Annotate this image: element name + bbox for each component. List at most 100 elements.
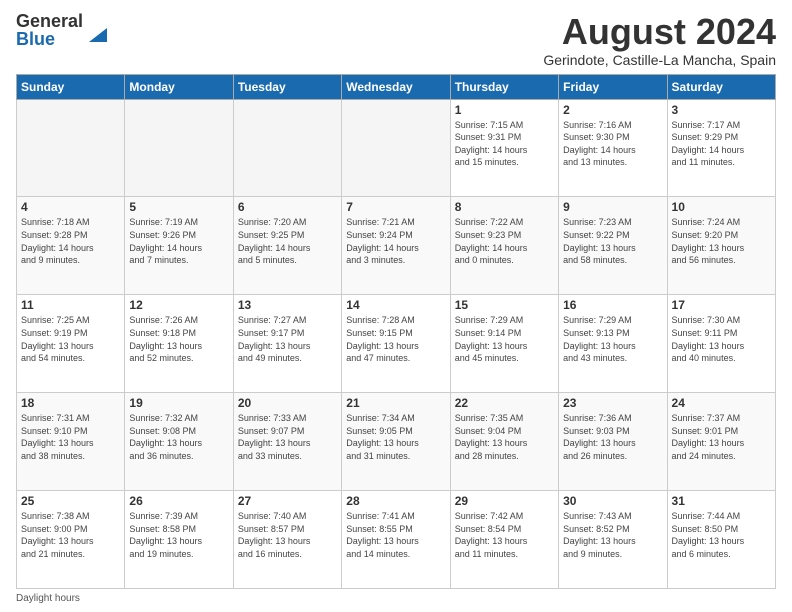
calendar-header-wednesday: Wednesday — [342, 74, 450, 99]
calendar-cell: 17 Sunrise: 7:30 AM Sunset: 9:11 PM Dayli… — [667, 295, 775, 393]
day-info: Sunrise: 7:37 AM Sunset: 9:01 PM Dayligh… — [672, 412, 771, 462]
calendar-cell — [342, 99, 450, 197]
day-number: 19 — [129, 396, 228, 410]
calendar-header-thursday: Thursday — [450, 74, 558, 99]
calendar-cell: 10 Sunrise: 7:24 AM Sunset: 9:20 PM Dayli… — [667, 197, 775, 295]
calendar-cell: 9 Sunrise: 7:23 AM Sunset: 9:22 PM Daylig… — [559, 197, 667, 295]
calendar-cell: 6 Sunrise: 7:20 AM Sunset: 9:25 PM Daylig… — [233, 197, 341, 295]
day-number: 25 — [21, 494, 120, 508]
day-info: Sunrise: 7:18 AM Sunset: 9:28 PM Dayligh… — [21, 216, 120, 266]
day-info: Sunrise: 7:21 AM Sunset: 9:24 PM Dayligh… — [346, 216, 445, 266]
calendar-cell: 1 Sunrise: 7:15 AM Sunset: 9:31 PM Daylig… — [450, 99, 558, 197]
day-info: Sunrise: 7:30 AM Sunset: 9:11 PM Dayligh… — [672, 314, 771, 364]
calendar-cell: 12 Sunrise: 7:26 AM Sunset: 9:18 PM Dayli… — [125, 295, 233, 393]
calendar-week-2: 4Sunrise: 7:18 AM Sunset: 9:28 PM Daylig… — [17, 197, 776, 295]
day-number: 16 — [563, 298, 662, 312]
day-info: Sunrise: 7:29 AM Sunset: 9:13 PM Dayligh… — [563, 314, 662, 364]
day-info: Sunrise: 7:26 AM Sunset: 9:18 PM Dayligh… — [129, 314, 228, 364]
day-number: 20 — [238, 396, 337, 410]
calendar-cell: 25 Sunrise: 7:38 AM Sunset: 9:00 PM Dayli… — [17, 491, 125, 589]
day-number: 6 — [238, 200, 337, 214]
calendar-cell: 28Sunrise: 7:41 AM Sunset: 8:55 PM Dayli… — [342, 491, 450, 589]
day-number: 28 — [346, 494, 445, 508]
calendar-cell: 22 Sunrise: 7:35 AM Sunset: 9:04 PM Dayli… — [450, 393, 558, 491]
day-number: 15 — [455, 298, 554, 312]
calendar-week-1: 1 Sunrise: 7:15 AM Sunset: 9:31 PM Daylig… — [17, 99, 776, 197]
calendar-cell: 30Sunrise: 7:43 AM Sunset: 8:52 PM Dayli… — [559, 491, 667, 589]
day-number: 2 — [563, 103, 662, 117]
day-number: 27 — [238, 494, 337, 508]
day-number: 12 — [129, 298, 228, 312]
day-number: 13 — [238, 298, 337, 312]
day-info: Sunrise: 7:33 AM Sunset: 9:07 PM Dayligh… — [238, 412, 337, 462]
day-info: Sunrise: 7:17 AM Sunset: 9:29 PM Dayligh… — [672, 119, 771, 169]
calendar-cell: 11 Sunrise: 7:25 AM Sunset: 9:19 PM Dayli… — [17, 295, 125, 393]
day-number: 18 — [21, 396, 120, 410]
page: General Blue August 2024 Gerindote, Cast… — [0, 0, 792, 612]
calendar-cell — [233, 99, 341, 197]
day-info: Sunrise: 7:44 AM Sunset: 8:50 PM Dayligh… — [672, 510, 771, 560]
day-info: Sunrise: 7:15 AM Sunset: 9:31 PM Dayligh… — [455, 119, 554, 169]
day-info: Sunrise: 7:36 AM Sunset: 9:03 PM Dayligh… — [563, 412, 662, 462]
calendar-cell: 29Sunrise: 7:42 AM Sunset: 8:54 PM Dayli… — [450, 491, 558, 589]
day-number: 17 — [672, 298, 771, 312]
day-number: 22 — [455, 396, 554, 410]
day-info: Sunrise: 7:23 AM Sunset: 9:22 PM Dayligh… — [563, 216, 662, 266]
day-info: Sunrise: 7:27 AM Sunset: 9:17 PM Dayligh… — [238, 314, 337, 364]
calendar-cell: 26Sunrise: 7:39 AM Sunset: 8:58 PM Dayli… — [125, 491, 233, 589]
calendar-cell: 8 Sunrise: 7:22 AM Sunset: 9:23 PM Daylig… — [450, 197, 558, 295]
day-info: Sunrise: 7:35 AM Sunset: 9:04 PM Dayligh… — [455, 412, 554, 462]
calendar-week-4: 18Sunrise: 7:31 AM Sunset: 9:10 PM Dayli… — [17, 393, 776, 491]
calendar: SundayMondayTuesdayWednesdayThursdayFrid… — [16, 74, 776, 589]
calendar-cell: 27 Sunrise: 7:40 AM Sunset: 8:57 PM Dayli… — [233, 491, 341, 589]
day-number: 24 — [672, 396, 771, 410]
day-number: 1 — [455, 103, 554, 117]
calendar-header-monday: Monday — [125, 74, 233, 99]
calendar-cell: 19 Sunrise: 7:32 AM Sunset: 9:08 PM Dayli… — [125, 393, 233, 491]
day-info: Sunrise: 7:20 AM Sunset: 9:25 PM Dayligh… — [238, 216, 337, 266]
logo-blue: Blue — [16, 30, 83, 48]
day-info: Sunrise: 7:25 AM Sunset: 9:19 PM Dayligh… — [21, 314, 120, 364]
day-info: Sunrise: 7:22 AM Sunset: 9:23 PM Dayligh… — [455, 216, 554, 266]
day-number: 23 — [563, 396, 662, 410]
logo-text: General Blue — [16, 12, 83, 48]
day-number: 7 — [346, 200, 445, 214]
day-info: Sunrise: 7:38 AM Sunset: 9:00 PM Dayligh… — [21, 510, 120, 560]
month-year: August 2024 — [543, 12, 776, 52]
calendar-cell: 4Sunrise: 7:18 AM Sunset: 9:28 PM Daylig… — [17, 197, 125, 295]
day-number: 11 — [21, 298, 120, 312]
logo-icon — [85, 24, 107, 46]
calendar-cell: 21Sunrise: 7:34 AM Sunset: 9:05 PM Dayli… — [342, 393, 450, 491]
day-info: Sunrise: 7:32 AM Sunset: 9:08 PM Dayligh… — [129, 412, 228, 462]
calendar-cell: 31 Sunrise: 7:44 AM Sunset: 8:50 PM Dayli… — [667, 491, 775, 589]
day-number: 10 — [672, 200, 771, 214]
day-number: 31 — [672, 494, 771, 508]
day-number: 8 — [455, 200, 554, 214]
calendar-header-sunday: Sunday — [17, 74, 125, 99]
calendar-week-5: 25 Sunrise: 7:38 AM Sunset: 9:00 PM Dayli… — [17, 491, 776, 589]
calendar-cell: 5Sunrise: 7:19 AM Sunset: 9:26 PM Daylig… — [125, 197, 233, 295]
day-info: Sunrise: 7:29 AM Sunset: 9:14 PM Dayligh… — [455, 314, 554, 364]
calendar-header-tuesday: Tuesday — [233, 74, 341, 99]
day-info: Sunrise: 7:19 AM Sunset: 9:26 PM Dayligh… — [129, 216, 228, 266]
calendar-cell — [17, 99, 125, 197]
day-number: 29 — [455, 494, 554, 508]
calendar-cell: 13 Sunrise: 7:27 AM Sunset: 9:17 PM Dayli… — [233, 295, 341, 393]
calendar-cell: 20 Sunrise: 7:33 AM Sunset: 9:07 PM Dayli… — [233, 393, 341, 491]
calendar-cell: 15 Sunrise: 7:29 AM Sunset: 9:14 PM Dayli… — [450, 295, 558, 393]
day-info: Sunrise: 7:34 AM Sunset: 9:05 PM Dayligh… — [346, 412, 445, 462]
day-number: 3 — [672, 103, 771, 117]
calendar-cell: 23 Sunrise: 7:36 AM Sunset: 9:03 PM Dayli… — [559, 393, 667, 491]
calendar-cell: 7 Sunrise: 7:21 AM Sunset: 9:24 PM Daylig… — [342, 197, 450, 295]
calendar-cell: 16 Sunrise: 7:29 AM Sunset: 9:13 PM Dayli… — [559, 295, 667, 393]
calendar-header-saturday: Saturday — [667, 74, 775, 99]
location: Gerindote, Castille-La Mancha, Spain — [543, 52, 776, 68]
calendar-cell: 2Sunrise: 7:16 AM Sunset: 9:30 PM Daylig… — [559, 99, 667, 197]
calendar-cell: 3 Sunrise: 7:17 AM Sunset: 9:29 PM Daylig… — [667, 99, 775, 197]
calendar-cell: 14Sunrise: 7:28 AM Sunset: 9:15 PM Dayli… — [342, 295, 450, 393]
day-number: 9 — [563, 200, 662, 214]
day-info: Sunrise: 7:39 AM Sunset: 8:58 PM Dayligh… — [129, 510, 228, 560]
day-info: Sunrise: 7:40 AM Sunset: 8:57 PM Dayligh… — [238, 510, 337, 560]
header: General Blue August 2024 Gerindote, Cast… — [16, 12, 776, 68]
day-info: Sunrise: 7:24 AM Sunset: 9:20 PM Dayligh… — [672, 216, 771, 266]
